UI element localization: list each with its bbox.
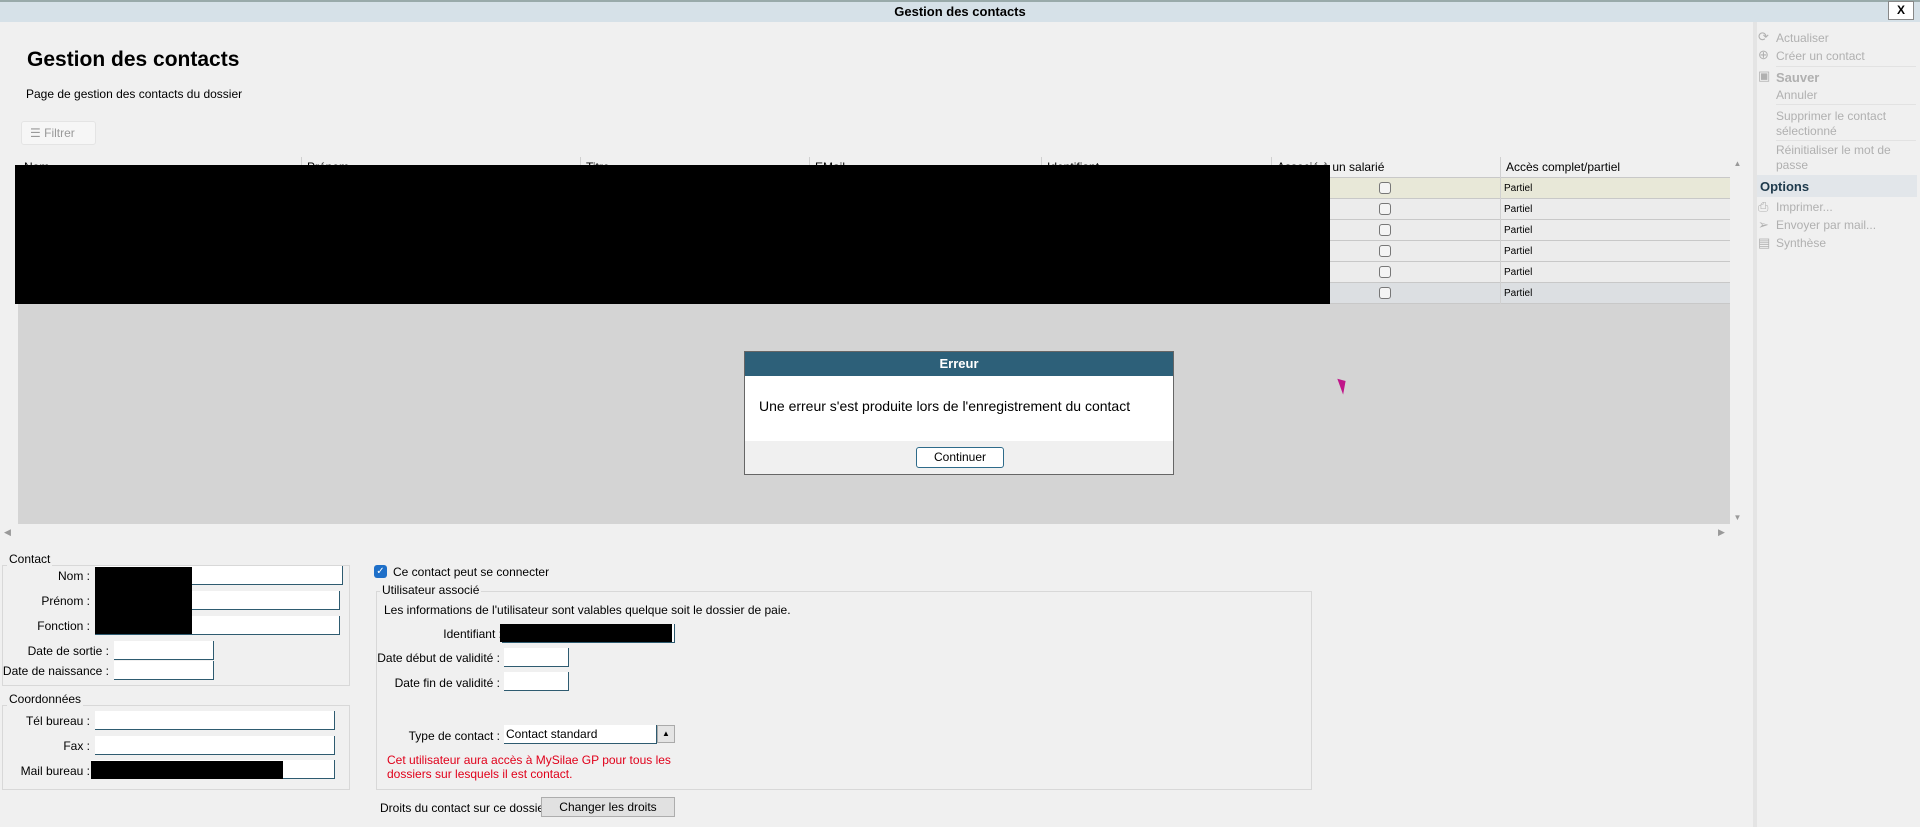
acces-cell: Partiel	[1504, 225, 1533, 236]
redacted-area	[95, 567, 192, 634]
save-icon: ▣	[1758, 68, 1771, 83]
sidebar-item-reinitialiser[interactable]: Réinitialiser le mot de	[1776, 143, 1891, 157]
tel-label: Tél bureau :	[25, 714, 90, 728]
acces-cell: Partiel	[1504, 204, 1533, 215]
sidebar-item-envoyer[interactable]: Envoyer par mail...	[1776, 218, 1876, 232]
sidebar-item-reinitialiser-line2[interactable]: passe	[1776, 158, 1808, 172]
redacted-area	[15, 165, 1330, 304]
can-connect-checkbox[interactable]: ✓	[374, 565, 387, 578]
acces-cell: Partiel	[1504, 183, 1533, 194]
type-contact-label: Type de contact :	[408, 729, 500, 743]
sidebar-item-synthese[interactable]: Synthèse	[1776, 236, 1826, 250]
contact-group-label: Contact	[7, 552, 53, 566]
access-warning-line2: dossiers sur lesquels il est contact.	[387, 767, 573, 781]
sidebar-item-imprimer[interactable]: Imprimer...	[1776, 200, 1833, 214]
options-title: Options	[1760, 179, 1810, 194]
window-title: Gestion des contacts	[894, 4, 1026, 19]
associe-checkbox[interactable]	[1379, 182, 1391, 194]
scroll-right-icon[interactable]: ▶	[1718, 527, 1725, 538]
identifiant-label: Identifiant :	[443, 627, 502, 641]
date-debut-field[interactable]	[504, 648, 569, 667]
date-fin-field[interactable]	[504, 672, 569, 691]
page-subtitle: Page de gestion des contacts du dossier	[26, 87, 243, 101]
redacted-area	[500, 624, 672, 642]
associe-checkbox[interactable]	[1379, 245, 1391, 257]
column-divider	[1500, 262, 1501, 283]
dialog-header: Erreur	[745, 352, 1173, 376]
column-divider	[1500, 199, 1501, 220]
type-contact-dropdown-button[interactable]: ▲	[657, 725, 675, 743]
associe-checkbox[interactable]	[1379, 287, 1391, 299]
prenom-label: Prénom :	[41, 594, 90, 608]
associe-checkbox[interactable]	[1379, 203, 1391, 215]
redacted-area	[91, 761, 283, 779]
sidebar-item-sauver[interactable]: Sauver	[1776, 70, 1819, 85]
fax-field[interactable]	[95, 736, 335, 755]
dialog-message: Une erreur s'est produite lors de l'enre…	[759, 398, 1131, 414]
date-fin-label: Date fin de validité :	[394, 676, 500, 690]
rights-label: Droits du contact sur ce dossier :	[380, 801, 555, 815]
can-connect-label: Ce contact peut se connecter	[393, 565, 550, 579]
coordonnees-group-label: Coordonnées	[7, 692, 84, 706]
summary-icon: ▤	[1758, 235, 1771, 250]
close-button[interactable]: X	[1888, 1, 1914, 20]
date-naissance-field[interactable]	[114, 661, 214, 680]
error-dialog: Erreur Une erreur s'est produite lors de…	[744, 351, 1174, 475]
window-titlebar: Gestion des contacts	[0, 0, 1920, 22]
associe-checkbox[interactable]	[1379, 224, 1391, 236]
caret-up-icon: ▲	[662, 729, 670, 738]
mail-label: Mail bureau :	[20, 764, 90, 778]
fonction-label: Fonction :	[37, 619, 90, 633]
sidebar-item-supprimer[interactable]: Supprimer le contact	[1776, 109, 1886, 123]
user-info-text: Les informations de l'utilisateur sont v…	[384, 603, 791, 617]
column-divider	[1500, 178, 1501, 199]
sidebar-item-annuler[interactable]: Annuler	[1776, 88, 1817, 102]
filter-button[interactable]: ☰ Filtrer	[21, 121, 96, 145]
acces-cell: Partiel	[1504, 246, 1533, 257]
send-icon: ➢	[1758, 217, 1769, 232]
continue-button[interactable]: Continuer	[916, 447, 1004, 468]
horizontal-scrollbar[interactable]: ◀ ▶	[0, 524, 1745, 542]
page-title: Gestion des contacts	[27, 48, 240, 71]
access-warning: Cet utilisateur aura accès à MySilae GP …	[387, 753, 671, 767]
column-divider	[1500, 241, 1501, 262]
vertical-scrollbar[interactable]: ▲ ▼	[1730, 157, 1745, 524]
fax-label: Fax :	[63, 739, 90, 753]
type-contact-value: Contact standard	[506, 727, 598, 741]
sidebar-item-actualiser[interactable]: Actualiser	[1776, 31, 1829, 45]
user-group-label: Utilisateur associé	[380, 583, 482, 597]
filter-icon: ☰	[30, 126, 41, 140]
refresh-icon: ⟳	[1758, 29, 1769, 44]
type-contact-select[interactable]: Contact standard	[504, 725, 657, 744]
scroll-left-icon[interactable]: ◀	[4, 527, 11, 538]
column-divider	[1500, 283, 1501, 304]
change-rights-button[interactable]: Changer les droits	[541, 797, 675, 817]
printer-icon: ⎙	[1758, 199, 1769, 214]
filter-label: Filtrer	[44, 126, 75, 140]
date-sortie-field[interactable]	[114, 641, 214, 660]
scroll-down-icon[interactable]: ▼	[1730, 513, 1745, 522]
tel-field[interactable]	[95, 711, 335, 730]
date-naissance-label: Date de naissance :	[2, 664, 109, 678]
associe-checkbox[interactable]	[1379, 266, 1391, 278]
scroll-up-icon[interactable]: ▲	[1730, 159, 1745, 168]
sidebar-item-supprimer-line2[interactable]: sélectionné	[1776, 124, 1837, 138]
acces-cell: Partiel	[1504, 288, 1533, 299]
nom-label: Nom :	[57, 569, 90, 583]
sidebar-item-creer[interactable]: Créer un contact	[1776, 49, 1865, 63]
date-sortie-label: Date de sortie :	[27, 644, 109, 658]
column-header[interactable]: Accès complet/partiel	[1506, 160, 1620, 174]
plus-circle-icon: ⊕	[1758, 47, 1769, 62]
date-debut-label: Date début de validité :	[377, 651, 500, 665]
acces-cell: Partiel	[1504, 267, 1533, 278]
column-divider	[1500, 220, 1501, 241]
